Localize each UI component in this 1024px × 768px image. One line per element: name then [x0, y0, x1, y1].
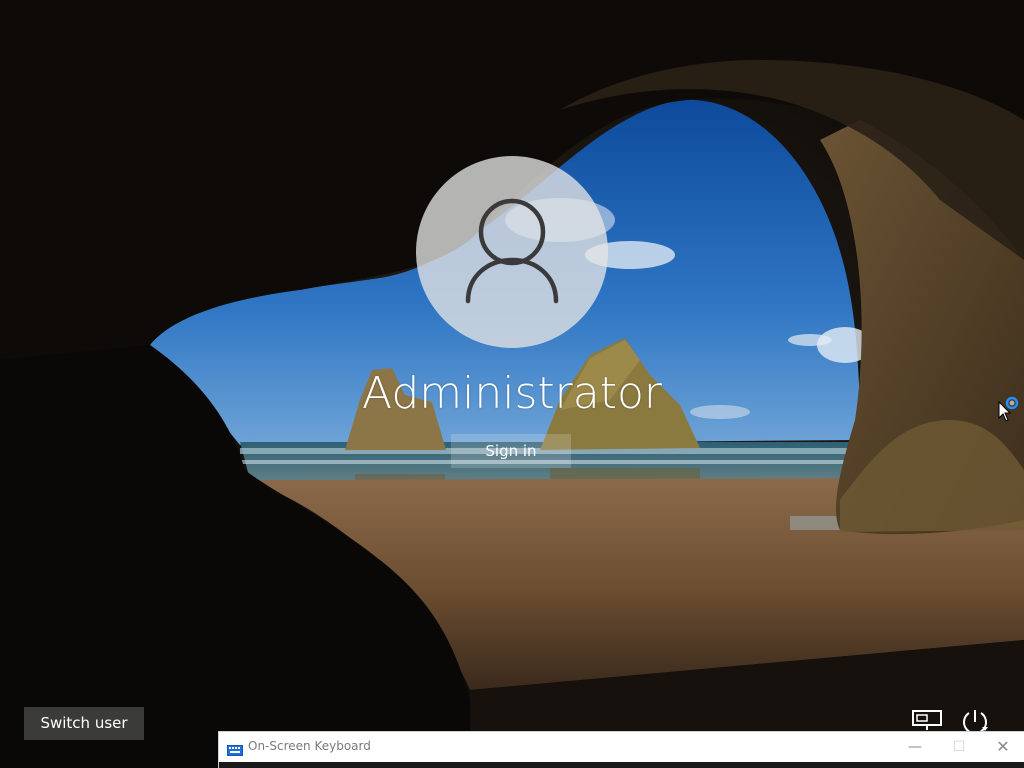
- user-avatar: [416, 156, 608, 348]
- close-button[interactable]: ✕: [981, 732, 1024, 762]
- osk-keys-area[interactable]: [219, 762, 1024, 768]
- osk-titlebar[interactable]: On-Screen Keyboard — ☐ ✕: [219, 732, 1024, 762]
- keyboard-icon: [227, 741, 243, 756]
- maximize-button[interactable]: ☐: [937, 732, 981, 762]
- user-silhouette-icon: [465, 198, 559, 304]
- account-name: Administrator: [362, 368, 662, 419]
- on-screen-keyboard-window: On-Screen Keyboard — ☐ ✕: [218, 731, 1024, 768]
- sign-in-button[interactable]: Sign in: [451, 434, 571, 468]
- switch-user-button[interactable]: Switch user: [24, 707, 144, 740]
- mouse-pointer: [998, 400, 1012, 423]
- lock-screen: Administrator Sign in Switch user On-Scr…: [0, 0, 1024, 768]
- minimize-button[interactable]: —: [893, 732, 937, 762]
- osk-title: On-Screen Keyboard: [248, 739, 371, 753]
